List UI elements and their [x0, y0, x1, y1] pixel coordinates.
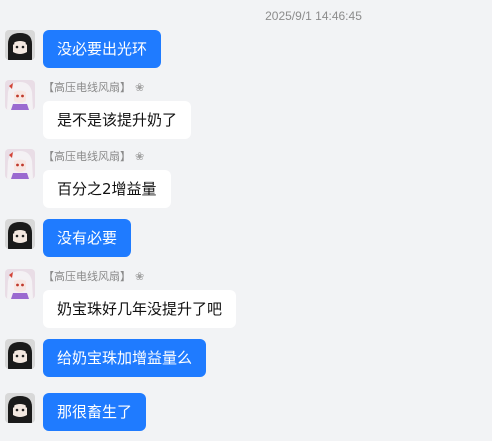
chat-window: 2025/9/1 14:46:45 没必要出光环 【高压电线风扇】 ❀ 是不是该…: [0, 0, 492, 441]
my-avatar[interactable]: [5, 30, 35, 60]
flower-badge-icon: ❀: [135, 81, 145, 94]
my-avatar[interactable]: [5, 219, 35, 249]
message-bubble[interactable]: 给奶宝珠加增益量么: [43, 339, 207, 377]
sender-name-text: 【高压电线风扇】: [43, 81, 131, 94]
my-avatar[interactable]: [5, 393, 35, 423]
sender-name: 【高压电线风扇】 ❀: [43, 269, 144, 285]
message-bubble[interactable]: 那很畜生了: [43, 393, 147, 431]
sender-avatar[interactable]: [5, 80, 35, 110]
message-bubble[interactable]: 是不是该提升奶了: [43, 101, 192, 139]
flower-badge-icon: ❀: [135, 270, 145, 283]
message-bubble[interactable]: 百分之2增益量: [43, 170, 171, 208]
message-timestamp: 2025/9/1 14:46:45: [265, 9, 362, 23]
message-bubble[interactable]: 奶宝珠好几年没提升了吧: [43, 290, 237, 328]
message-bubble[interactable]: 没必要出光环: [43, 30, 162, 68]
flower-badge-icon: ❀: [135, 150, 145, 163]
sender-name: 【高压电线风扇】 ❀: [43, 80, 144, 96]
sender-name-text: 【高压电线风扇】: [43, 150, 131, 163]
sender-avatar[interactable]: [5, 269, 35, 299]
my-avatar[interactable]: [5, 339, 35, 369]
sender-avatar[interactable]: [5, 149, 35, 179]
sender-name: 【高压电线风扇】 ❀: [43, 149, 144, 165]
sender-name-text: 【高压电线风扇】: [43, 270, 131, 283]
message-bubble[interactable]: 没有必要: [43, 219, 132, 257]
